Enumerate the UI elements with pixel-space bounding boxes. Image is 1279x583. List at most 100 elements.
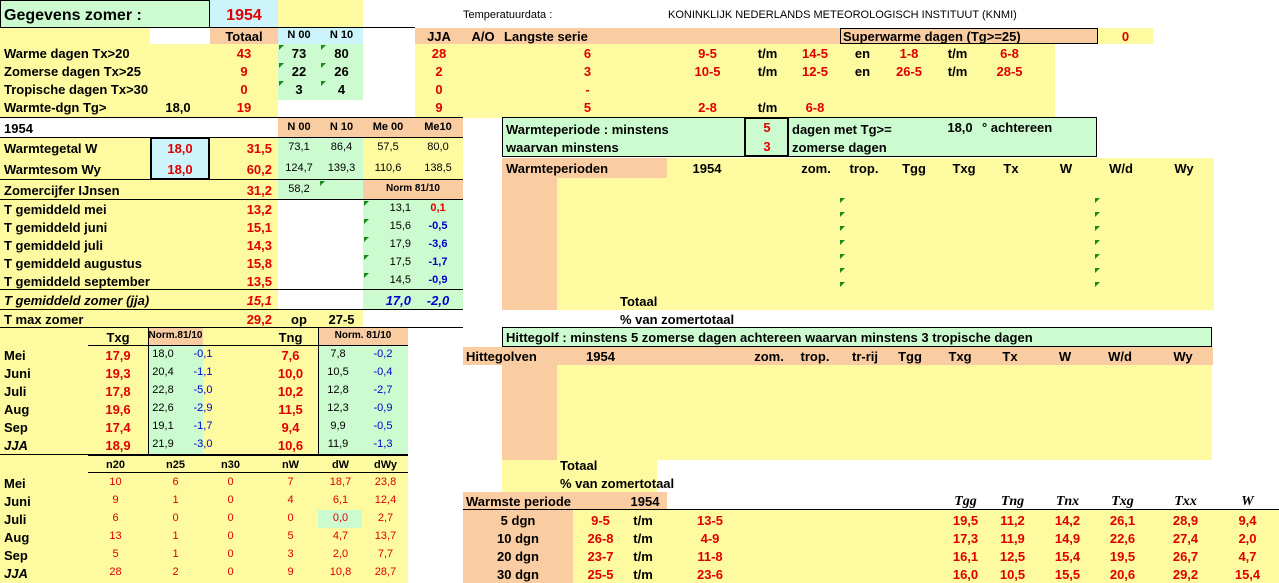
warmste-to[interactable]: 23-6: [680, 565, 740, 583]
tgem-jja-diff[interactable]: -2,0: [413, 290, 463, 310]
tgem-diff[interactable]: -3,6: [413, 236, 463, 254]
monthly-norm-txg[interactable]: 20,4: [148, 364, 178, 382]
summary-from[interactable]: 10-5: [665, 62, 750, 80]
summary-totaal[interactable]: 43: [210, 44, 278, 62]
warmste-tm[interactable]: t/m: [628, 529, 658, 547]
col-langste-serie[interactable]: Langste serie: [504, 28, 634, 44]
summary-n00[interactable]: [278, 98, 320, 116]
col-totaal[interactable]: Totaal: [210, 28, 278, 44]
tmax-date[interactable]: 27-5: [320, 310, 363, 328]
summary-from[interactable]: [665, 80, 750, 98]
monthly-norm-txg[interactable]: 19,1: [148, 418, 178, 436]
monthly-norm-txg[interactable]: 18,0: [148, 346, 178, 364]
monthly-norm-tng[interactable]: 10,5: [318, 364, 358, 382]
monthly-diff-tng[interactable]: -0,4: [358, 364, 408, 382]
tgem-diff[interactable]: -0,5: [413, 218, 463, 236]
tgem-jja-norm[interactable]: 17,0: [363, 290, 413, 310]
month-label[interactable]: Mei: [4, 346, 88, 364]
counts-value[interactable]: 28: [88, 564, 143, 582]
warmste-to[interactable]: 13-5: [680, 511, 740, 529]
wp-col-header[interactable]: Wy: [1158, 159, 1210, 178]
summary-jja[interactable]: 28: [415, 44, 463, 62]
warmste-period[interactable]: 5 dgn: [463, 511, 573, 529]
summary-tm2[interactable]: [935, 80, 980, 98]
monthly-txg[interactable]: 19,3: [88, 364, 148, 382]
tgem-value[interactable]: 15,1: [210, 218, 278, 236]
monthly-txg[interactable]: 19,6: [88, 400, 148, 418]
header-year[interactable]: 1954: [210, 4, 278, 24]
summary-jja[interactable]: 2: [415, 62, 463, 80]
summary-from[interactable]: 9-5: [665, 44, 750, 62]
monthly-diff-txg[interactable]: -0,1: [178, 346, 228, 364]
summary-jja[interactable]: 9: [415, 98, 463, 116]
summary-totaal[interactable]: 19: [210, 98, 278, 116]
summary-tm2[interactable]: t/m: [935, 62, 980, 80]
warmste-value[interactable]: 2,0: [1220, 529, 1275, 547]
month-label[interactable]: Aug: [4, 528, 88, 546]
wg-n00[interactable]: 73,1: [278, 138, 320, 159]
counts-value[interactable]: 5: [263, 528, 318, 546]
monthly-norm-tng[interactable]: 7,8: [318, 346, 358, 364]
summary-tm2[interactable]: [935, 98, 980, 116]
counts-value[interactable]: 0: [203, 510, 258, 528]
tgem-diff[interactable]: -0,9: [413, 272, 463, 290]
summary-from2[interactable]: [885, 98, 933, 116]
hg-col-header[interactable]: tr-rij: [840, 348, 890, 365]
summary-from2[interactable]: 1-8: [885, 44, 933, 62]
summary-to2[interactable]: [982, 80, 1037, 98]
wp-totaal[interactable]: Totaal: [620, 292, 820, 310]
tgem-norm[interactable]: 17,5: [363, 254, 413, 272]
wp-col-header[interactable]: trop.: [838, 159, 890, 178]
tgem-jja-label[interactable]: T gemiddeld zomer (jja): [4, 290, 204, 310]
summary-n10[interactable]: 4: [320, 80, 363, 98]
warmste-year[interactable]: 1954: [623, 493, 667, 510]
tgem-value[interactable]: 15,8: [210, 254, 278, 272]
hg-table-year[interactable]: 1954: [578, 348, 623, 365]
tmax-op[interactable]: op: [278, 310, 320, 328]
month-label[interactable]: Mei: [4, 474, 88, 492]
warmste-title[interactable]: Warmste periode: [466, 493, 626, 510]
monthly-diff-txg[interactable]: -3,0: [178, 436, 228, 454]
counts-value[interactable]: 0: [203, 546, 258, 564]
superwarm-value[interactable]: 0: [1098, 28, 1153, 44]
tgem-norm[interactable]: 13,1: [363, 200, 413, 218]
summary-en[interactable]: [840, 80, 885, 98]
wp-table-year[interactable]: 1954: [667, 159, 747, 178]
warmste-value[interactable]: 10,5: [985, 565, 1040, 583]
warmste-period[interactable]: 20 dgn: [463, 547, 573, 565]
warmste-value[interactable]: 11,2: [985, 511, 1040, 529]
wg-n00[interactable]: 124,7: [278, 159, 320, 180]
counts-value[interactable]: 28,7: [363, 564, 408, 582]
warmste-from[interactable]: 25-5: [573, 565, 628, 583]
hg-col-header[interactable]: Tgg: [885, 348, 935, 365]
warmste-tm[interactable]: t/m: [628, 565, 658, 583]
counts-value[interactable]: 18,7: [318, 474, 363, 492]
wp-col-header[interactable]: Txg: [938, 159, 990, 178]
summary-langste[interactable]: 5: [555, 98, 620, 116]
wp-col-header[interactable]: zom.: [790, 159, 842, 178]
wg-n10[interactable]: 86,4: [320, 138, 363, 159]
monthly-diff-tng[interactable]: -0,2: [358, 346, 408, 364]
monthly-tng[interactable]: 10,0: [263, 364, 318, 382]
summary-tm[interactable]: t/m: [745, 44, 790, 62]
wp-table-title[interactable]: Warmteperioden: [506, 159, 666, 178]
summary-totaal[interactable]: 0: [210, 80, 278, 98]
tmax-value[interactable]: 29,2: [210, 310, 278, 328]
warmste-from[interactable]: 9-5: [573, 511, 628, 529]
warmste-value[interactable]: 15,4: [1040, 547, 1095, 565]
month-label[interactable]: Juli: [4, 382, 88, 400]
counts-value[interactable]: 0: [203, 474, 258, 492]
tgem-value[interactable]: 14,3: [210, 236, 278, 254]
counts-value[interactable]: 10,8: [318, 564, 363, 582]
wg-me00[interactable]: 57,5: [363, 138, 413, 159]
warmste-value[interactable]: 28,9: [1158, 511, 1213, 529]
month-label[interactable]: JJA: [4, 436, 88, 454]
warmste-from[interactable]: 23-7: [573, 547, 628, 565]
ijnsen-n00[interactable]: 58,2: [278, 180, 320, 200]
monthly-tng[interactable]: 9,4: [263, 418, 318, 436]
warmste-value[interactable]: 20,6: [1095, 565, 1150, 583]
summary-totaal[interactable]: 9: [210, 62, 278, 80]
warmste-period[interactable]: 30 dgn: [463, 565, 573, 583]
summary-row-label[interactable]: Tropische dagen Tx>30: [4, 80, 154, 98]
hg-table-title[interactable]: Hittegolven: [466, 348, 576, 365]
